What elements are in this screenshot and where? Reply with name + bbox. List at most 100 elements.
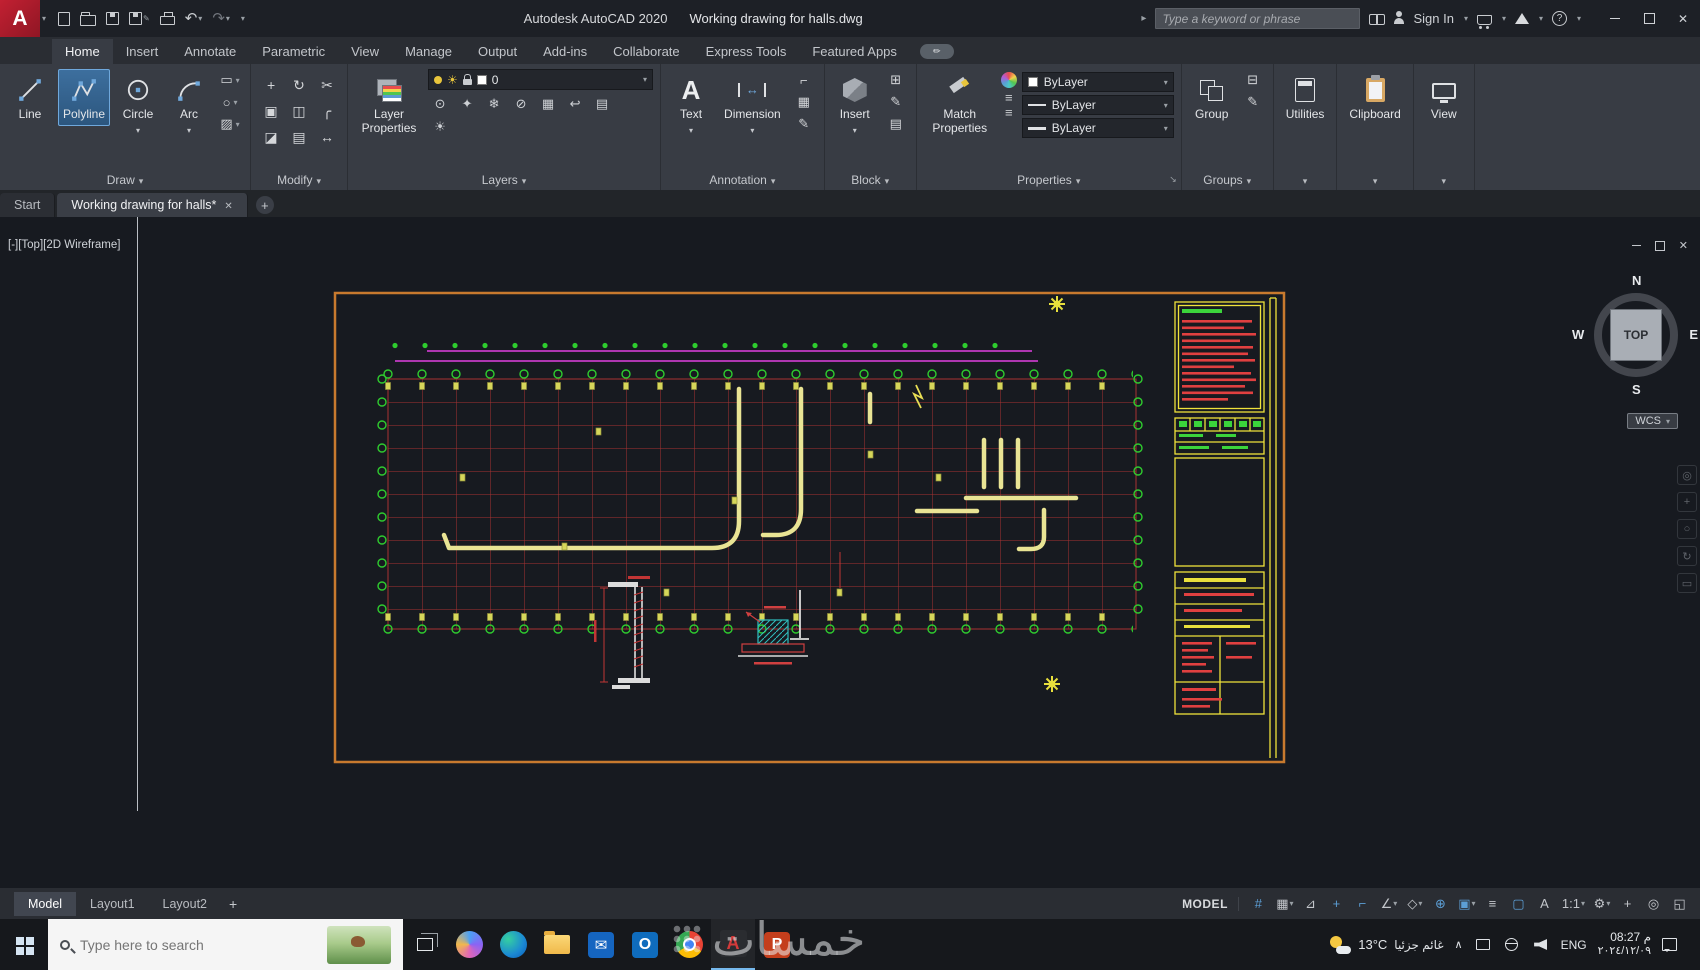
object-color-dropdown[interactable]: ByLayer ▾ bbox=[1022, 72, 1174, 92]
file-explorer-button[interactable] bbox=[535, 919, 579, 970]
layer-properties-button[interactable]: Layer Properties bbox=[355, 69, 423, 140]
minimize-button[interactable] bbox=[1598, 0, 1632, 37]
autodesk-caret-icon[interactable]: ▾ bbox=[1539, 14, 1543, 23]
mail-button[interactable] bbox=[579, 919, 623, 970]
annotation-scale-icon[interactable]: A bbox=[1533, 893, 1557, 915]
isolate-objects-icon[interactable]: ◎ bbox=[1642, 893, 1666, 915]
block-panel-label[interactable]: Block bbox=[825, 169, 916, 190]
layer-walk-icon[interactable]: ☀ bbox=[428, 117, 452, 137]
text-caret-icon[interactable] bbox=[689, 123, 693, 137]
view-button[interactable]: View bbox=[1421, 69, 1467, 126]
network-icon[interactable] bbox=[1503, 936, 1521, 954]
task-view-button[interactable] bbox=[403, 919, 447, 970]
erase-icon[interactable]: ◪ bbox=[258, 125, 284, 149]
start-button[interactable] bbox=[0, 919, 48, 970]
viewcube[interactable]: TOP N S W E bbox=[1576, 275, 1696, 395]
sign-in-caret-icon[interactable]: ▾ bbox=[1464, 14, 1468, 23]
maximize-button[interactable] bbox=[1632, 0, 1666, 37]
properties-panel-label[interactable]: Properties bbox=[917, 169, 1181, 190]
sign-in-button[interactable]: Sign In bbox=[1413, 11, 1453, 26]
close-button[interactable] bbox=[1666, 0, 1700, 37]
draw-panel-label[interactable]: Draw bbox=[0, 169, 250, 190]
osnap-icon[interactable]: ▣▾ bbox=[1455, 893, 1479, 915]
undo-icon[interactable]: ↶▾ bbox=[185, 9, 203, 29]
layer-lock-icon[interactable]: ⊘ bbox=[509, 94, 533, 114]
layer-dropdown-caret-icon[interactable]: ▾ bbox=[643, 75, 647, 84]
create-block-icon[interactable]: ⊞ bbox=[883, 71, 909, 89]
ribbon-tab[interactable]: View bbox=[338, 39, 392, 64]
circle-tool[interactable]: Circle bbox=[115, 69, 161, 141]
utilities-panel-label[interactable] bbox=[1274, 169, 1337, 190]
block-attributes-icon[interactable]: ▤ bbox=[883, 115, 909, 133]
layer-off-icon[interactable]: ⊙ bbox=[428, 94, 452, 114]
group-edit-icon[interactable]: ✎ bbox=[1240, 93, 1266, 111]
action-center-icon[interactable] bbox=[1662, 938, 1677, 951]
layer-previous-icon[interactable]: ↩ bbox=[563, 94, 587, 114]
tab-layout1[interactable]: Layout1 bbox=[76, 892, 148, 916]
tab-document[interactable]: Working drawing for halls* bbox=[57, 193, 247, 217]
stretch-icon[interactable]: ↔ bbox=[314, 125, 340, 149]
snap-icon[interactable]: ▦▾ bbox=[1273, 893, 1297, 915]
chrome-button[interactable] bbox=[667, 919, 711, 970]
copilot-button[interactable] bbox=[447, 919, 491, 970]
multileader-icon[interactable]: ⌐ bbox=[791, 71, 817, 89]
clean-screen-icon[interactable]: ◱ bbox=[1668, 893, 1692, 915]
ungroup-icon[interactable]: ⊟ bbox=[1240, 71, 1266, 89]
ribbon-tab[interactable]: Home bbox=[52, 39, 113, 64]
ellipse-tool-icon[interactable]: ○▾ bbox=[217, 93, 243, 111]
copy-icon[interactable]: ▣ bbox=[258, 99, 284, 123]
ribbon-tab[interactable]: Manage bbox=[392, 39, 465, 64]
ribbon-tab[interactable]: Insert bbox=[113, 39, 172, 64]
dynamic-input-icon[interactable]: + bbox=[1325, 893, 1349, 915]
steering-wheel-icon[interactable]: ◎ bbox=[1677, 465, 1697, 485]
groups-panel-label[interactable]: Groups bbox=[1182, 169, 1273, 190]
lineweight-list-icon[interactable]: ≡ bbox=[1005, 108, 1013, 118]
language-indicator[interactable]: ENG bbox=[1561, 938, 1587, 952]
help-caret-icon[interactable]: ▾ bbox=[1577, 14, 1581, 23]
display-icon[interactable] bbox=[1474, 936, 1492, 954]
viewcube-top-face[interactable]: TOP bbox=[1610, 309, 1662, 361]
powerpoint-button[interactable] bbox=[755, 919, 799, 970]
open-file-icon[interactable] bbox=[80, 9, 96, 29]
utilities-button[interactable]: Utilities bbox=[1281, 69, 1330, 126]
lineweight-caret-icon[interactable]: ▾ bbox=[1164, 124, 1168, 133]
group-tool[interactable]: Group bbox=[1189, 69, 1235, 126]
layer-state-icon[interactable]: ▤ bbox=[590, 94, 614, 114]
annotation-monitor-icon[interactable]: + bbox=[1616, 893, 1640, 915]
dimension-caret-icon[interactable] bbox=[750, 123, 754, 137]
view-panel-label[interactable] bbox=[1414, 169, 1474, 190]
doc-minimize-button[interactable] bbox=[1632, 245, 1641, 247]
mirror-icon[interactable]: ◫ bbox=[286, 99, 312, 123]
search-binoculars-icon[interactable] bbox=[1369, 14, 1385, 24]
hatch-tool-icon[interactable]: ▨▾ bbox=[217, 115, 243, 133]
new-layout-button[interactable]: + bbox=[221, 896, 245, 912]
outlook-button[interactable] bbox=[623, 919, 667, 970]
trim-icon[interactable]: ✂ bbox=[314, 73, 340, 97]
rectangle-tool-icon[interactable]: ▭▾ bbox=[217, 71, 243, 89]
color-wheel-icon[interactable] bbox=[1001, 72, 1017, 88]
table-icon[interactable]: ▦ bbox=[791, 93, 817, 111]
plot-icon[interactable] bbox=[160, 9, 175, 29]
polyline-tool[interactable]: Polyline bbox=[58, 69, 110, 126]
layer-isolate-icon[interactable]: ✦ bbox=[455, 94, 479, 114]
polar-tracking-icon[interactable]: ∠▾ bbox=[1377, 893, 1401, 915]
ribbon-tab[interactable]: Featured Apps bbox=[799, 39, 910, 64]
match-properties-button[interactable]: Match Properties bbox=[924, 69, 996, 140]
insert-caret-icon[interactable] bbox=[853, 123, 857, 137]
annotation-panel-label[interactable]: Annotation bbox=[661, 169, 824, 190]
grid-icon[interactable]: # bbox=[1247, 893, 1271, 915]
arc-tool[interactable]: Arc bbox=[166, 69, 212, 141]
weather-widget[interactable]: 13°C غائم جزئيا bbox=[1329, 935, 1443, 955]
taskbar-search[interactable] bbox=[48, 919, 403, 970]
isodraft-icon[interactable]: ◇▾ bbox=[1403, 893, 1427, 915]
volume-icon[interactable] bbox=[1532, 936, 1550, 954]
app-store-cart-icon[interactable] bbox=[1477, 15, 1492, 25]
selection-cycling-icon[interactable]: ▢ bbox=[1507, 893, 1531, 915]
text-tool[interactable]: Text bbox=[668, 69, 714, 141]
doc-close-button[interactable] bbox=[1679, 239, 1688, 252]
user-icon[interactable] bbox=[1394, 16, 1404, 26]
doc-restore-button[interactable] bbox=[1655, 241, 1665, 251]
pan-icon[interactable]: + bbox=[1677, 492, 1697, 512]
tray-overflow-icon[interactable]: ∧ bbox=[1455, 938, 1463, 951]
osnap-tracking-icon[interactable]: ⊕ bbox=[1429, 893, 1453, 915]
